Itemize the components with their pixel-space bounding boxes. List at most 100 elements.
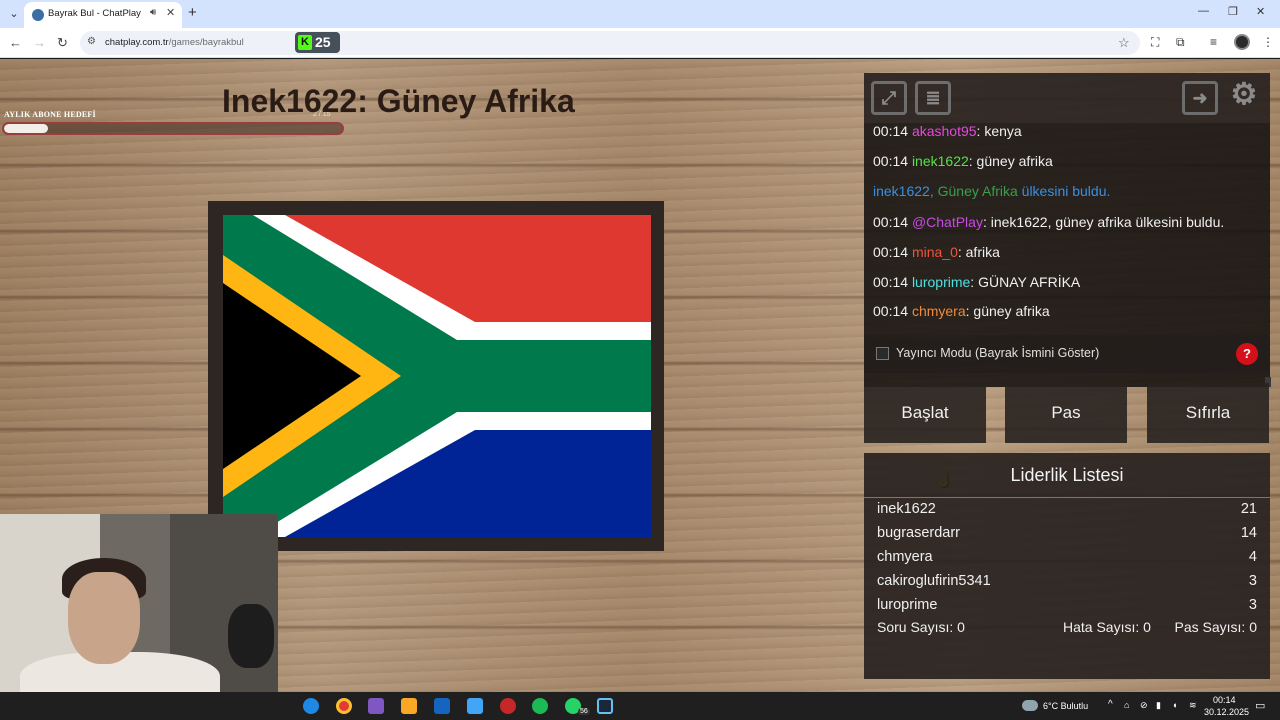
tab-list-chevron-icon[interactable]: ⌄	[4, 4, 24, 24]
chat-time: 00:14	[873, 153, 909, 169]
webcam-overlay	[0, 514, 278, 692]
file-explorer-icon[interactable]	[401, 698, 417, 714]
copilot-icon[interactable]	[368, 698, 384, 714]
leaderboard-name: inek1622	[877, 501, 936, 517]
bookmark-star-icon[interactable]: ☆	[1118, 35, 1130, 51]
notification-icon[interactable]: ▭	[1255, 699, 1265, 712]
start-button[interactable]: Başlat	[864, 383, 986, 443]
leaderboard-row: bugraserdarr 14	[877, 525, 1257, 547]
outlook-icon[interactable]	[434, 698, 450, 714]
chat-system-user: inek1622,	[873, 183, 934, 199]
minimize-icon[interactable]: —	[1198, 5, 1209, 17]
chat-username[interactable]: @ChatPlay	[912, 214, 983, 230]
spotify-icon[interactable]	[532, 698, 548, 714]
audio-playing-icon[interactable]: 🔊︎	[150, 7, 156, 18]
chat-text: inek1622, güney afrika ülkesini buldu.	[990, 214, 1225, 230]
chrome-icon[interactable]	[336, 698, 352, 714]
question-count: Soru Sayısı: 0	[877, 619, 965, 635]
pass-button[interactable]: Pas	[1005, 383, 1127, 443]
browser-tab[interactable]: Bayrak Bul - ChatPlay 🔊︎ ✕	[24, 2, 182, 28]
leaderboard-title: Liderlik Listesi	[1010, 465, 1124, 485]
screenshot-icon[interactable]: ⛶	[1151, 35, 1159, 50]
game-stats-row: Soru Sayısı: 0 Hata Sayısı: 0 Pas Sayısı…	[877, 619, 1257, 639]
clock-time[interactable]: 00:14	[1213, 695, 1236, 705]
kick-viewer-badge[interactable]: K 25	[295, 32, 340, 53]
kick-viewer-count: 25	[315, 34, 331, 50]
tray-wifi-icon[interactable]: ≋	[1189, 700, 1197, 711]
store-icon[interactable]	[467, 698, 483, 714]
streamer-mode-label: Yayıncı Modu (Bayrak İsmini Göster)	[896, 346, 1100, 360]
chat-message: 00:14 inek1622: güney afrika	[873, 153, 1053, 169]
chat-text: kenya	[984, 123, 1022, 139]
reload-icon[interactable]: ↻	[57, 34, 68, 52]
browser-tabbar: ⌄ Bayrak Bul - ChatPlay 🔊︎ ✕ + — ❐ ✕	[0, 0, 1280, 28]
leaderboard-score: 3	[1248, 597, 1257, 613]
obs-icon[interactable]	[500, 698, 516, 714]
chat-time: 00:14	[873, 244, 909, 260]
tray-volume-icon[interactable]: ◖	[1172, 700, 1177, 710]
menu-kebab-icon[interactable]: ⋮	[1262, 35, 1274, 49]
leaderboard-row: luroprime 3	[877, 597, 1257, 619]
restore-icon[interactable]: ❐	[1228, 5, 1238, 18]
chat-username[interactable]: inek1622	[912, 153, 969, 169]
close-tab-icon[interactable]: ✕	[166, 6, 175, 19]
edge-icon[interactable]	[303, 698, 319, 714]
address-bar[interactable]: ⚙ chatplay.com.tr/games/bayrakbul K 25 ☆	[80, 31, 1140, 55]
settings-gear-icon[interactable]: ⚙	[1226, 80, 1262, 115]
chat-text: afrika	[965, 244, 1000, 260]
chat-text: GÜNAY AFRİKA	[978, 274, 1081, 290]
chat-message: 00:14 @ChatPlay: inek1622, güney afrika …	[873, 214, 1225, 230]
leaderboard-row: chmyera 4	[877, 549, 1257, 571]
panel-toolbar: ⤢ ≣ ➜ ⚙	[864, 73, 1270, 123]
webcam-microphone	[228, 604, 274, 668]
extensions-icon[interactable]: ⧉	[1176, 35, 1185, 50]
reset-button[interactable]: Sıfırla	[1147, 383, 1269, 443]
help-icon[interactable]: ?	[1236, 343, 1258, 365]
weather-text[interactable]: 6°C Bulutlu	[1043, 701, 1088, 711]
chat-text: güney afrika	[973, 303, 1050, 319]
forward-arrow-icon[interactable]: →	[33, 34, 46, 52]
sub-goal-progress-fill	[4, 124, 48, 133]
steam-icon[interactable]	[597, 698, 613, 714]
chat-time: 00:14	[873, 123, 909, 139]
tray-network-icon[interactable]: ⌂	[1124, 700, 1129, 710]
logout-icon[interactable]: ➜	[1182, 81, 1218, 115]
tray-mic-icon[interactable]: ▮	[1156, 700, 1161, 711]
chat-username[interactable]: chmyera	[912, 303, 966, 319]
game-area: AYLIK ABONE HEDEFİ 2 / 15 Inek1622: Güne…	[0, 59, 1280, 692]
notes-icon[interactable]: ≣	[915, 81, 951, 115]
tab-title: Bayrak Bul - ChatPlay	[48, 8, 141, 19]
chat-message: 00:14 mina_0: afrika	[873, 244, 1000, 260]
tray-mute-icon[interactable]: ⊘	[1140, 700, 1148, 711]
back-arrow-icon[interactable]: ←	[9, 34, 22, 52]
url-text[interactable]: chatplay.com.tr/games/bayrakbul	[105, 37, 244, 48]
tray-chevron-icon[interactable]: ^	[1108, 699, 1113, 710]
chat-text: güney afrika	[976, 153, 1053, 169]
clock-date[interactable]: 30.12.2025	[1204, 707, 1249, 717]
close-window-icon[interactable]: ✕	[1256, 5, 1265, 18]
streamer-mode-checkbox[interactable]	[876, 347, 889, 360]
leaderboard-score: 14	[1240, 525, 1257, 541]
media-control-icon[interactable]: ≡	[1210, 35, 1217, 49]
chat-username[interactable]: luroprime	[912, 274, 970, 290]
leaderboard-row: cakiroglufirin5341 3	[877, 573, 1257, 595]
leaderboard-row: inek1622 21	[877, 501, 1257, 523]
streamer-mode-row: Yayıncı Modu (Bayrak İsmini Göster) ?	[864, 335, 1270, 373]
chat-username[interactable]: mina_0	[912, 244, 958, 260]
fullscreen-icon[interactable]: ⤢	[871, 81, 907, 115]
new-tab-plus-icon[interactable]: +	[188, 4, 197, 22]
webcam-streamer-face	[68, 572, 140, 664]
chat-message: inek1622, Güney Afrika ülkesini buldu.	[873, 183, 1110, 199]
chat-username[interactable]: akashot95	[912, 123, 977, 139]
kick-logo-icon: K	[298, 35, 312, 50]
cloud-weather-icon	[1022, 700, 1038, 711]
browser-toolbar: ← → ↻ ⚙ chatplay.com.tr/games/bayrakbul …	[0, 28, 1280, 58]
chat-system-country: Güney Afrika	[937, 183, 1018, 199]
sub-goal-label: AYLIK ABONE HEDEFİ	[4, 110, 96, 119]
site-info-icon[interactable]: ⚙	[87, 36, 96, 47]
profile-avatar[interactable]	[1234, 34, 1250, 50]
chat-time: 00:14	[873, 214, 909, 230]
leaderboard-score: 3	[1248, 573, 1257, 589]
leaderboard-score: 21	[1240, 501, 1257, 517]
windows-taskbar: 56 6°C Bulutlu ^ ⌂ ⊘ ▮ ◖ ≋ 00:14 30.12.2…	[0, 692, 1280, 720]
